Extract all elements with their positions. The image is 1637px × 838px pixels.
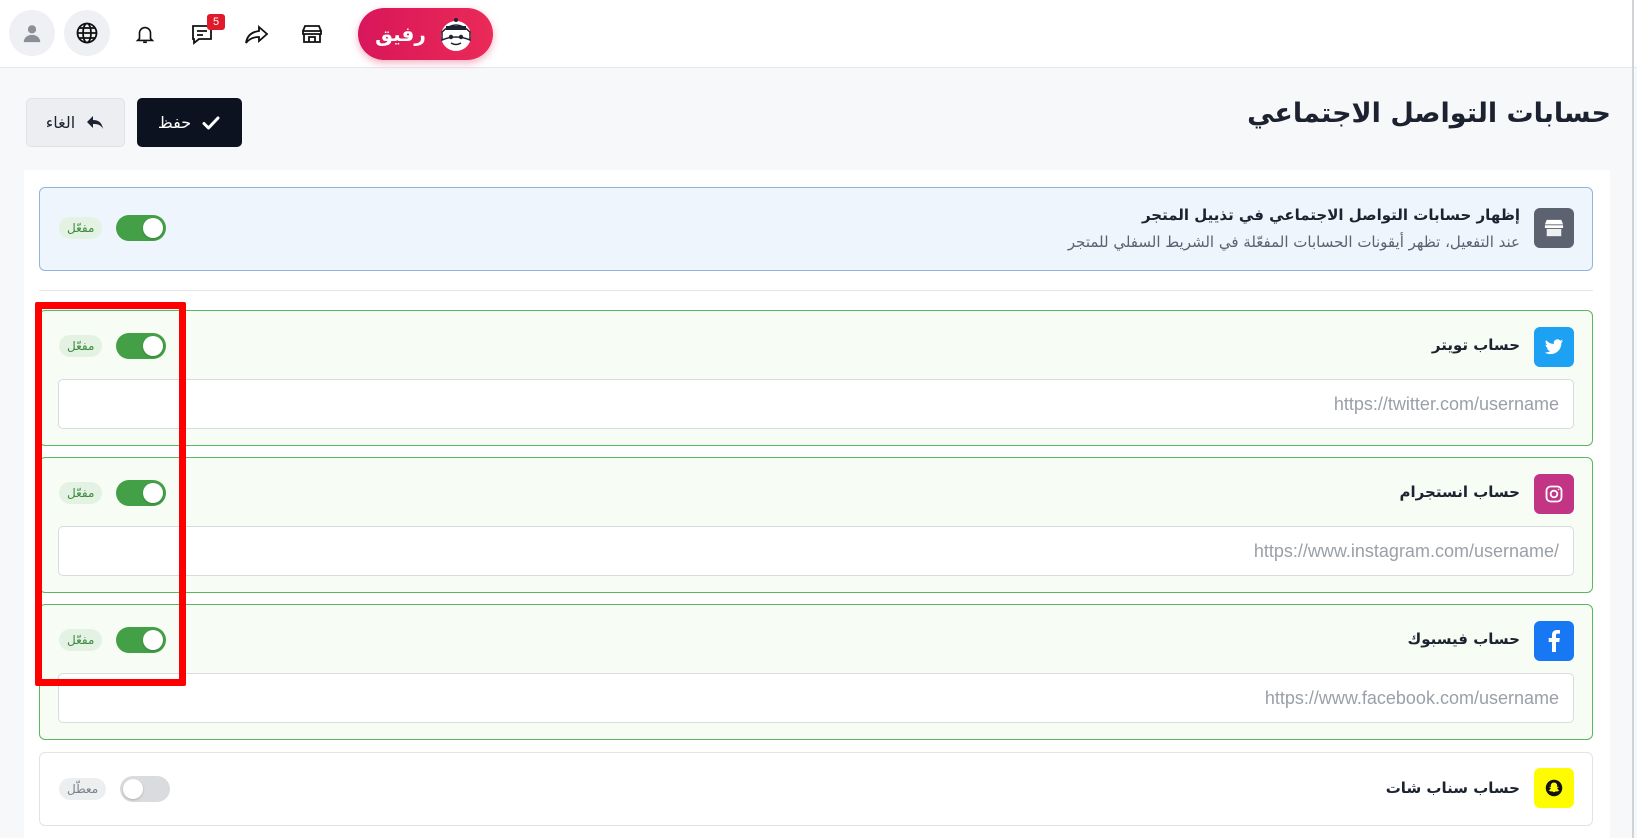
store-icon — [302, 25, 322, 43]
snapchat-toggle[interactable] — [120, 776, 170, 802]
snapchat-icon — [1534, 768, 1574, 808]
cancel-button[interactable]: الغاء — [26, 98, 125, 147]
save-label: حفظ — [157, 113, 192, 132]
page-title: حسابات التواصل الاجتماعي — [1247, 98, 1611, 129]
instagram-toggle[interactable] — [116, 480, 166, 506]
section-divider — [39, 290, 1593, 291]
footer-status-badge: مفعّل — [59, 217, 103, 239]
rafiq-mascot-icon — [440, 18, 471, 51]
store-footer-icon — [1534, 208, 1574, 248]
cancel-label: الغاء — [45, 113, 76, 132]
snapchat-label: حساب سناب شات — [1385, 779, 1520, 797]
save-button[interactable]: حفظ — [137, 98, 242, 147]
globe-icon — [76, 22, 98, 44]
snapchat-status-badge: معطّل — [59, 778, 107, 800]
footer-setting-title: إظهار حسابات التواصل الاجتماعي في تذييل … — [1141, 206, 1520, 224]
facebook-url-input[interactable] — [58, 673, 1574, 723]
language-button[interactable] — [64, 10, 110, 56]
messages-button[interactable]: 5 — [185, 14, 225, 51]
instagram-url-input[interactable] — [58, 526, 1574, 576]
twitter-status-badge: مفعّل — [59, 335, 103, 357]
snapchat-panel — [39, 752, 1593, 826]
undo-arrow-icon — [87, 115, 104, 129]
instagram-status-badge: مفعّل — [59, 482, 103, 504]
facebook-toggle[interactable] — [116, 627, 166, 653]
twitter-icon — [1534, 327, 1574, 367]
instagram-label: حساب انستجرام — [1399, 483, 1520, 501]
check-icon — [202, 116, 220, 129]
twitter-url-input[interactable] — [58, 379, 1574, 429]
facebook-label: حساب فيسبوك — [1407, 630, 1521, 648]
facebook-icon — [1534, 621, 1574, 661]
share-icon — [245, 25, 269, 44]
instagram-icon — [1534, 474, 1574, 514]
scrollbar-track[interactable] — [1632, 0, 1634, 838]
twitter-label: حساب تويتر — [1431, 336, 1520, 354]
footer-visibility-toggle[interactable] — [116, 215, 166, 241]
rafiq-label: رفيق — [375, 22, 426, 46]
footer-setting-description: عند التفعيل، تظهر أيقونات الحسابات المفع… — [1067, 233, 1520, 251]
top-bar: 5 رفيق — [0, 0, 1637, 68]
share-button[interactable] — [240, 17, 274, 51]
user-icon — [23, 25, 41, 43]
footer-visibility-panel — [39, 187, 1593, 271]
notification-badge: 5 — [207, 14, 225, 30]
store-button[interactable] — [295, 17, 329, 51]
user-avatar-button[interactable] — [9, 10, 55, 56]
rafiq-assistant-button[interactable]: رفيق — [358, 8, 493, 60]
facebook-status-badge: مفعّل — [59, 629, 103, 651]
twitter-toggle[interactable] — [116, 333, 166, 359]
bell-icon — [135, 26, 155, 44]
notifications-button[interactable] — [128, 17, 162, 51]
